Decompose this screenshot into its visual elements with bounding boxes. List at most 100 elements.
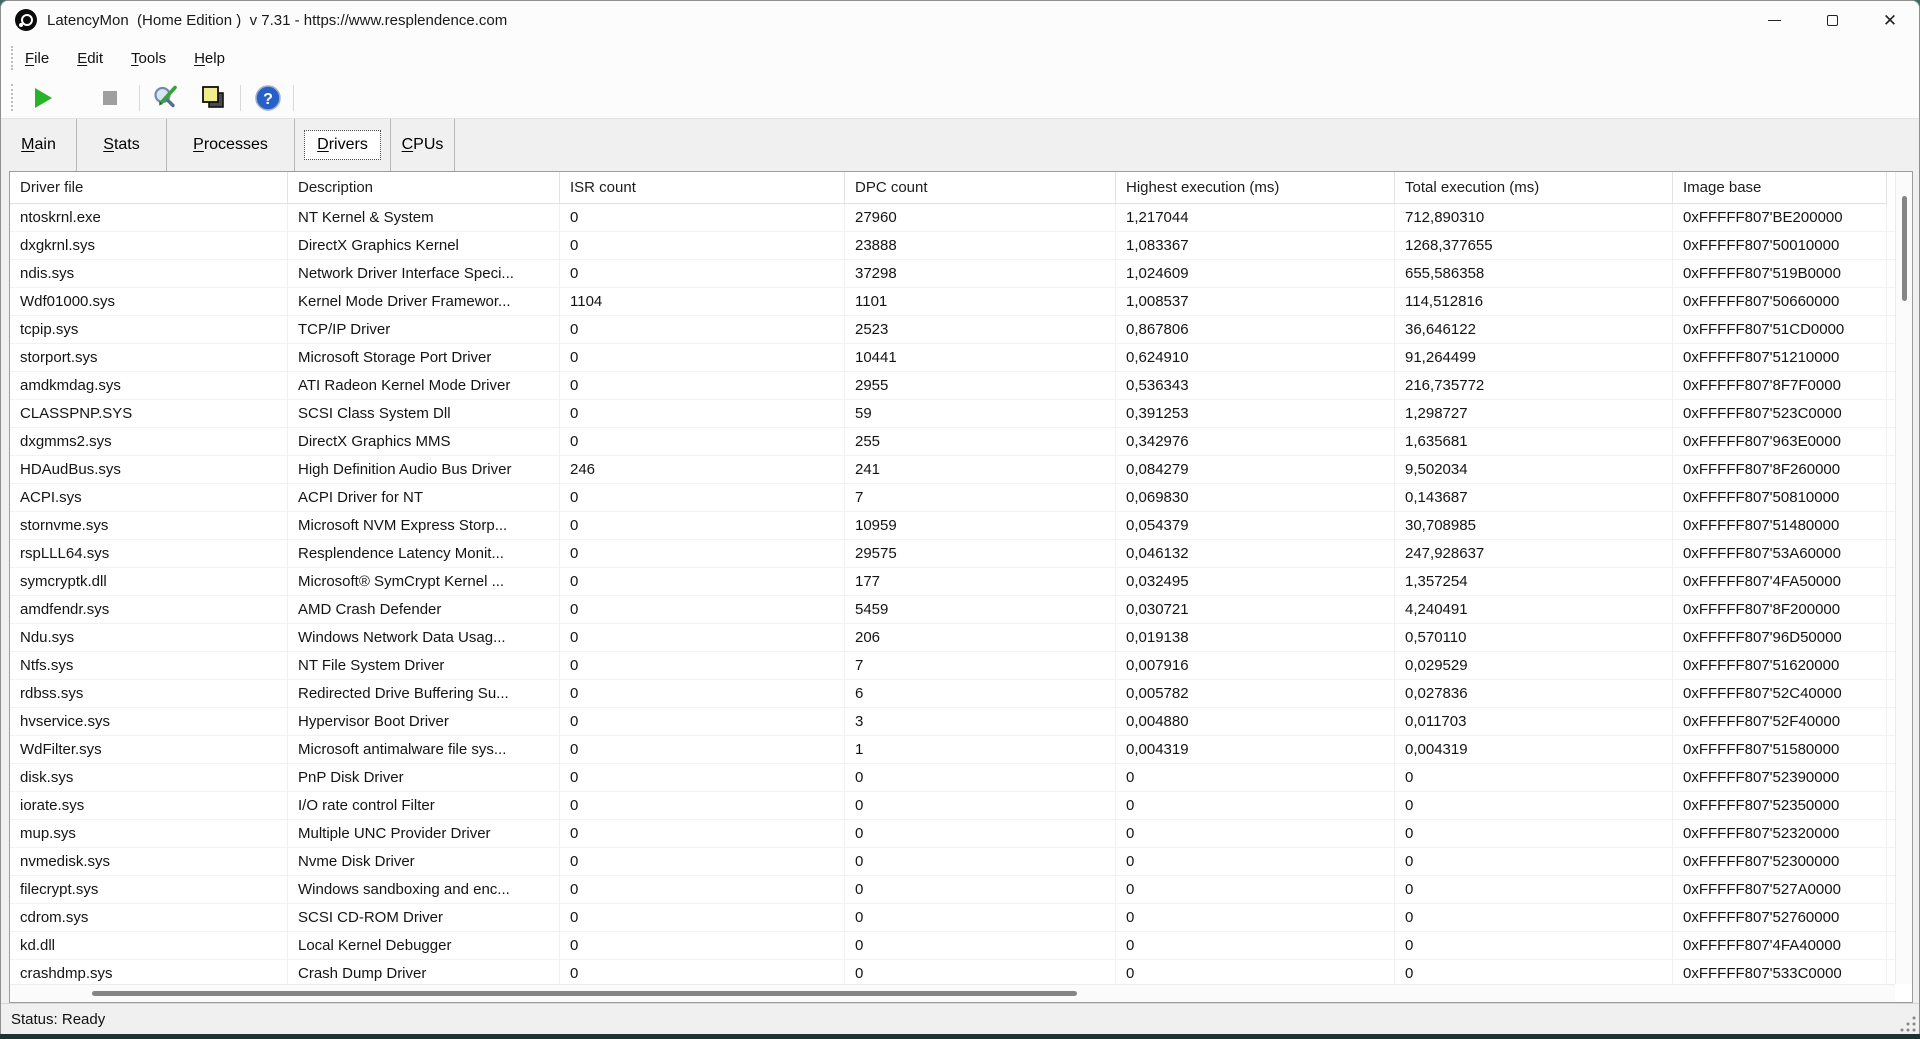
table-row[interactable]: amdfendr.sys AMD Crash Defender 0 5459 0,030… (10, 596, 1895, 624)
menu-help[interactable]: Help (194, 50, 225, 67)
cell: amdfendr.sys (10, 596, 288, 623)
help-button[interactable]: ? (253, 83, 283, 113)
cell: 0,030721 (1116, 596, 1395, 623)
cell: 10441 (845, 344, 1116, 371)
cell: 0 (1395, 904, 1673, 931)
tab-processes[interactable]: Processes (167, 119, 295, 171)
cell: 0 (560, 260, 845, 287)
cell: HDAudBus.sys (10, 456, 288, 483)
cell: 0 (1395, 820, 1673, 847)
menu-file[interactable]: File (25, 50, 49, 67)
table-row[interactable]: filecrypt.sys Windows sandboxing and enc.… (10, 876, 1895, 904)
table-row[interactable]: WdFilter.sys Microsoft antimalware file s… (10, 736, 1895, 764)
table-row[interactable]: Wdf01000.sys Kernel Mode Driver Framewor.… (10, 288, 1895, 316)
play-button[interactable] (27, 83, 57, 113)
cell: 0xFFFFF807'53A60000 (1673, 540, 1887, 567)
title-bar: LatencyMon (Home Edition ) v 7.31 - http… (1, 1, 1919, 39)
cell: 0xFFFFF807'51210000 (1673, 344, 1887, 371)
table-row[interactable]: nvmedisk.sys Nvme Disk Driver 0 0 0 0 0xFFFFF8… (10, 848, 1895, 876)
cell: 37298 (845, 260, 1116, 287)
cell: 0xFFFFF807'527A0000 (1673, 876, 1887, 903)
column-header-highest-execution[interactable]: Highest execution (ms) (1116, 172, 1395, 204)
cell: symcryptk.dll (10, 568, 288, 595)
table-row[interactable]: disk.sys PnP Disk Driver 0 0 0 0 0xFFFFF807'52… (10, 764, 1895, 792)
tab-main[interactable]: Main (1, 119, 77, 171)
menu-edit[interactable]: Edit (77, 50, 103, 67)
cell: 0,046132 (1116, 540, 1395, 567)
cell: 247,928637 (1395, 540, 1673, 567)
table-row[interactable]: symcryptk.dll Microsoft® SymCrypt Kernel … (10, 568, 1895, 596)
cell: 1,024609 (1116, 260, 1395, 287)
stop-button[interactable] (95, 83, 125, 113)
vertical-scrollbar[interactable] (1895, 172, 1912, 984)
cell: TCP/IP Driver (288, 316, 560, 343)
column-header-total-execution[interactable]: Total execution (ms) (1395, 172, 1673, 204)
cell: 0 (560, 344, 845, 371)
cell: 0 (560, 820, 845, 847)
horizontal-scrollbar[interactable] (10, 984, 1895, 1002)
cell: 1101 (845, 288, 1116, 315)
cell: 0,624910 (1116, 344, 1395, 371)
cell: 0,536343 (1116, 372, 1395, 399)
table-row[interactable]: tcpip.sys TCP/IP Driver 0 2523 0,867806 36,64… (10, 316, 1895, 344)
status-bar: Status: Ready (1, 1003, 1919, 1034)
table-row[interactable]: cdrom.sys SCSI CD-ROM Driver 0 0 0 0 0xFFFFF80… (10, 904, 1895, 932)
table-row[interactable]: kd.dll Local Kernel Debugger 0 0 0 0 0xFFFFF80… (10, 932, 1895, 960)
column-header-driver-file[interactable]: Driver file (10, 172, 288, 204)
cell: Resplendence Latency Monit... (288, 540, 560, 567)
cell: I/O rate control Filter (288, 792, 560, 819)
menubar-gripper[interactable] (11, 46, 13, 70)
cell: nvmedisk.sys (10, 848, 288, 875)
cell: Microsoft NVM Express Storp... (288, 512, 560, 539)
column-header-image-base[interactable]: Image base (1673, 172, 1887, 204)
tab-cpus[interactable]: CPUs (391, 119, 455, 171)
table-row[interactable]: hvservice.sys Hypervisor Boot Driver 0 3 0,0… (10, 708, 1895, 736)
tab-stats[interactable]: Stats (77, 119, 167, 171)
table-row[interactable]: storport.sys Microsoft Storage Port Drive… (10, 344, 1895, 372)
column-header-dpc-count[interactable]: DPC count (845, 172, 1116, 204)
table-row[interactable]: amdkmdag.sys ATI Radeon Kernel Mode Drive… (10, 372, 1895, 400)
table-row[interactable]: crashdmp.sys Crash Dump Driver 0 0 0 0 0xFFFFF… (10, 960, 1895, 984)
stop-icon (103, 90, 117, 105)
cell: 1,635681 (1395, 428, 1673, 455)
table-row[interactable]: rspLLL64.sys Resplendence Latency Monit..… (10, 540, 1895, 568)
resize-grip[interactable] (1900, 1016, 1916, 1032)
table-row[interactable]: ntoskrnl.exe NT Kernel & System 0 27960 1,21… (10, 204, 1895, 232)
table-row[interactable]: CLASSPNP.SYS SCSI Class System Dll 0 59 0,39… (10, 400, 1895, 428)
horizontal-scrollbar-thumb[interactable] (92, 991, 1077, 996)
table-row[interactable]: iorate.sys I/O rate control Filter 0 0 0 0 0xF… (10, 792, 1895, 820)
cell: CLASSPNP.SYS (10, 400, 288, 427)
cell: 0 (1395, 932, 1673, 959)
toolbar-gripper[interactable] (11, 84, 13, 111)
cell: 0 (560, 960, 845, 984)
maximize-button[interactable] (1803, 1, 1861, 39)
cell: 27960 (845, 204, 1116, 231)
cell: 0 (845, 820, 1116, 847)
cell: iorate.sys (10, 792, 288, 819)
table-row[interactable]: stornvme.sys Microsoft NVM Express Storp.… (10, 512, 1895, 540)
table-row[interactable]: HDAudBus.sys High Definition Audio Bus Dr… (10, 456, 1895, 484)
close-button[interactable]: ✕ (1861, 1, 1919, 39)
menu-tools[interactable]: Tools (131, 50, 166, 67)
table-row[interactable]: ndis.sys Network Driver Interface Speci..… (10, 260, 1895, 288)
table-row[interactable]: dxgkrnl.sys DirectX Graphics Kernel 0 23888… (10, 232, 1895, 260)
table-row[interactable]: rdbss.sys Redirected Drive Buffering Su..… (10, 680, 1895, 708)
minimize-button[interactable] (1745, 1, 1803, 39)
table-row[interactable]: ACPI.sys ACPI Driver for NT 0 7 0,069830 0,14… (10, 484, 1895, 512)
table-row[interactable]: mup.sys Multiple UNC Provider Driver 0 0 0 0 0… (10, 820, 1895, 848)
tab-drivers[interactable]: Drivers (295, 119, 391, 171)
report-button[interactable] (198, 83, 228, 113)
table-row[interactable]: dxgmms2.sys DirectX Graphics MMS 0 255 0,342… (10, 428, 1895, 456)
cell: 0 (1116, 904, 1395, 931)
table-row[interactable]: Ndu.sys Windows Network Data Usag... 0 206 0… (10, 624, 1895, 652)
vertical-scrollbar-thumb[interactable] (1902, 196, 1907, 301)
cell: filecrypt.sys (10, 876, 288, 903)
table-row[interactable]: Ntfs.sys NT File System Driver 0 7 0,007916 0… (10, 652, 1895, 680)
cell: 0xFFFFF807'BE200000 (1673, 204, 1887, 231)
column-header-isr-count[interactable]: ISR count (560, 172, 845, 204)
cell: 2523 (845, 316, 1116, 343)
column-header-description[interactable]: Description (288, 172, 560, 204)
cell: 0xFFFFF807'4FA50000 (1673, 568, 1887, 595)
options-button[interactable] (150, 83, 180, 113)
cell: 255 (845, 428, 1116, 455)
